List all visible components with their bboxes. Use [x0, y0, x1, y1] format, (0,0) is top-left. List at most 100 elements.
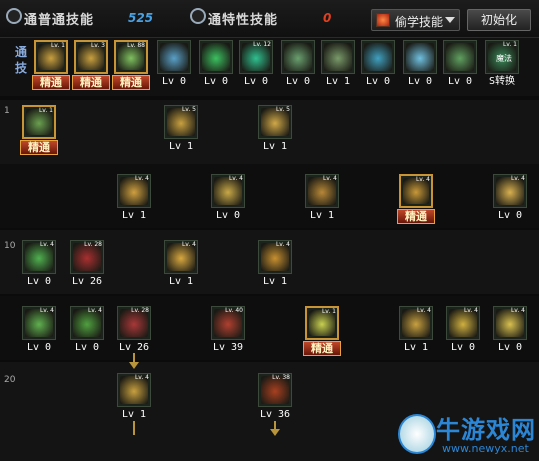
skill-level-label: Lv 1 [403, 342, 429, 353]
required-level-tag: Lv. 5 [181, 106, 196, 113]
skill-icon[interactable]: Lv. 4 [399, 174, 433, 208]
skill-level-label: Lv 0 [407, 76, 433, 87]
strip-skill-slot[interactable]: Lv 0 [155, 40, 193, 92]
strip-skill-slot[interactable]: Lv 0 [441, 40, 479, 92]
skill-node[interactable]: Lv. 1 精通 [303, 306, 341, 358]
required-level-tag: Lv. 4 [87, 307, 102, 314]
skill-node[interactable]: Lv. 40 Lv 39 [209, 306, 247, 358]
skill-icon[interactable]: Lv. 4 [70, 306, 104, 340]
tab-normal-skills[interactable]: 通普通技能 [24, 9, 94, 28]
skill-icon[interactable]: Lv. 4 [399, 306, 433, 340]
required-level-tag: Lv. 4 [134, 374, 149, 381]
strip-skill-slot[interactable]: Lv. 88 精通 [112, 40, 150, 92]
skill-node[interactable]: Lv. 4 Lv 0 [68, 306, 106, 358]
skill-icon[interactable]: Lv. 4 [446, 306, 480, 340]
skill-node[interactable]: Lv. 4 Lv 1 [115, 373, 153, 425]
skill-node[interactable]: Lv. 38 Lv 36 [256, 373, 294, 425]
strip-skill-slot[interactable]: Lv. 1 精通 [32, 40, 70, 92]
skill-node[interactable]: Lv. 28 Lv 26 [115, 306, 153, 358]
skill-icon[interactable]: Lv. 40 [211, 306, 245, 340]
strip-skill-slot[interactable]: Lv. 3 精通 [72, 40, 110, 92]
skill-icon[interactable]: Lv. 4 [493, 306, 527, 340]
skill-node[interactable]: Lv. 4 Lv 0 [491, 306, 529, 358]
strip-skill-slot[interactable]: Lv 0 [197, 40, 235, 92]
skill-sub-label: 魔法 [496, 54, 512, 63]
skill-art-icon [406, 43, 434, 71]
top-bar: 通普通技能 525 通特性技能 0 偷学技能 初始化 [0, 0, 539, 38]
required-level-tag: Lv. 88 [127, 42, 145, 49]
skill-level-label: Lv 1 [262, 276, 288, 287]
skill-node[interactable]: Lv. 4 Lv 1 [115, 174, 153, 226]
required-level-tag: Lv. 4 [510, 307, 525, 314]
skill-tree-window: 通普通技能 525 通特性技能 0 偷学技能 初始化 通技 Lv. 1 精通 Lv.… [0, 0, 539, 461]
skill-icon[interactable]: Lv. 88 [114, 40, 148, 74]
skill-icon[interactable]: Lv. 28 [117, 306, 151, 340]
skill-icon[interactable] [199, 40, 233, 74]
skill-node[interactable]: Lv. 1 精通 [20, 105, 58, 157]
required-level-tag: Lv. 40 [225, 307, 243, 314]
skill-icon[interactable] [321, 40, 355, 74]
skill-node[interactable]: Lv. 4 Lv 0 [444, 306, 482, 358]
skill-node[interactable]: Lv. 5 Lv 1 [162, 105, 200, 157]
skill-icon[interactable]: Lv. 5 [164, 105, 198, 139]
skill-icon[interactable]: Lv. 1 [34, 40, 68, 74]
skill-art-icon [202, 43, 230, 71]
skill-node[interactable]: Lv. 4 精通 [397, 174, 435, 226]
skill-icon[interactable] [157, 40, 191, 74]
skill-icon[interactable] [361, 40, 395, 74]
required-level-tag: Lv. 4 [415, 176, 430, 183]
skill-icon[interactable]: Lv. 1 魔法 [485, 40, 519, 74]
reset-button[interactable]: 初始化 [467, 9, 531, 31]
skill-icon[interactable]: Lv. 4 [305, 174, 339, 208]
skill-node[interactable]: Lv. 4 Lv 1 [256, 240, 294, 292]
skill-icon[interactable]: Lv. 28 [70, 240, 104, 274]
tab-special-skills[interactable]: 通特性技能 [208, 9, 278, 28]
skill-node[interactable]: Lv. 4 Lv 1 [397, 306, 435, 358]
skill-icon[interactable]: Lv. 12 [239, 40, 273, 74]
skill-icon[interactable] [443, 40, 477, 74]
strip-skill-slot[interactable]: Lv 0 [401, 40, 439, 92]
skill-icon[interactable]: Lv. 5 [258, 105, 292, 139]
watermark-title: 牛游戏网 [436, 416, 536, 444]
skill-icon[interactable]: Lv. 3 [74, 40, 108, 74]
skill-icon[interactable]: Lv. 4 [117, 174, 151, 208]
skill-icon[interactable]: Lv. 4 [164, 240, 198, 274]
strip-skill-slot[interactable]: Lv. 1 魔法 S转换 [483, 40, 521, 92]
skill-node[interactable]: Lv. 4 Lv 1 [162, 240, 200, 292]
strip-skill-slot[interactable]: Lv 0 [359, 40, 397, 92]
strip-skill-slot[interactable]: Lv 0 [279, 40, 317, 92]
skill-node[interactable]: Lv. 4 Lv 1 [303, 174, 341, 226]
special-points: 0 [323, 11, 332, 25]
skill-icon[interactable]: Lv. 4 [22, 306, 56, 340]
skill-icon[interactable]: Lv. 4 [258, 240, 292, 274]
mastered-badge: 精通 [397, 209, 435, 224]
strip-skill-slot[interactable]: Lv 1 [319, 40, 357, 92]
steal-skill-dropdown[interactable]: 偷学技能 [371, 9, 460, 31]
required-level-tag: Lv. 4 [39, 307, 54, 314]
skill-level-label: Lv 0 [447, 76, 473, 87]
skill-node[interactable]: Lv. 4 Lv 0 [209, 174, 247, 226]
skill-icon[interactable]: Lv. 1 [305, 306, 339, 340]
skill-node[interactable]: Lv. 4 Lv 0 [20, 240, 58, 292]
strip-skill-slot[interactable]: Lv. 12 Lv 0 [237, 40, 275, 92]
skill-level-label: Lv 0 [26, 342, 52, 353]
skill-icon[interactable] [403, 40, 437, 74]
skill-node[interactable]: Lv. 4 Lv 0 [491, 174, 529, 226]
skill-icon[interactable] [281, 40, 315, 74]
skill-icon[interactable]: Lv. 38 [258, 373, 292, 407]
skill-node[interactable]: Lv. 28 Lv 26 [68, 240, 106, 292]
skill-icon[interactable]: Lv. 4 [493, 174, 527, 208]
skill-level-label: Lv 0 [365, 76, 391, 87]
skill-icon[interactable]: Lv. 4 [22, 240, 56, 274]
skill-icon[interactable]: Lv. 4 [117, 373, 151, 407]
skill-level-label: Lv 1 [325, 76, 351, 87]
skill-icon[interactable]: Lv. 1 [22, 105, 56, 139]
skill-node[interactable]: Lv. 4 Lv 0 [20, 306, 58, 358]
skill-icon[interactable]: Lv. 4 [211, 174, 245, 208]
required-level-tag: Lv. 1 [502, 41, 517, 48]
mastered-badge: 精通 [303, 341, 341, 356]
skill-node[interactable]: Lv. 5 Lv 1 [256, 105, 294, 157]
skill-level-label: Lv 36 [259, 409, 291, 420]
required-level-tag: Lv. 4 [463, 307, 478, 314]
required-level-tag: Lv. 38 [272, 374, 290, 381]
